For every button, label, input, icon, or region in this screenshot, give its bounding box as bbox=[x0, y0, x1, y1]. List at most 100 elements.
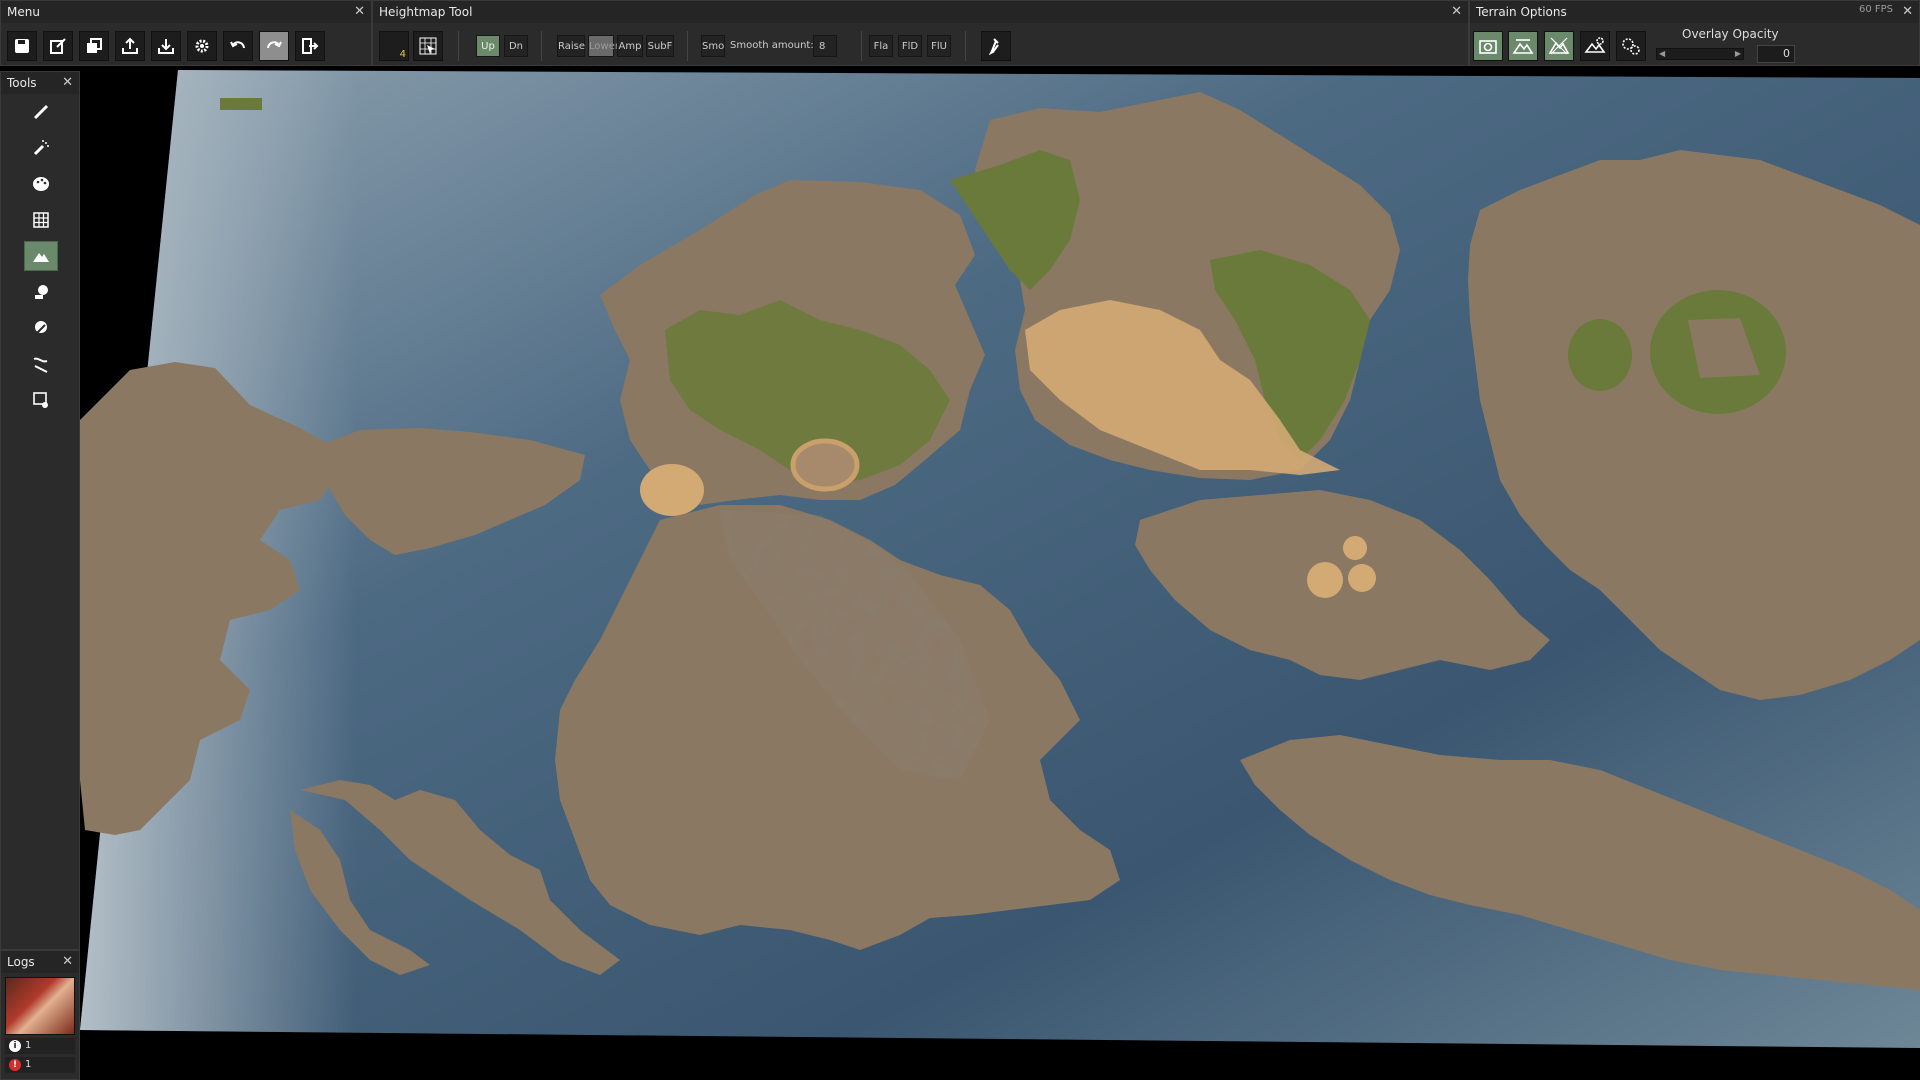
tool-grid[interactable] bbox=[24, 205, 58, 235]
terrain-options-panel: Terrain Options 60 FPS ✕ Overlay Opacity… bbox=[1469, 0, 1920, 66]
edit-button[interactable] bbox=[43, 31, 73, 61]
settings-button[interactable] bbox=[187, 31, 217, 61]
copy-button[interactable] bbox=[79, 31, 109, 61]
wireframe-icon bbox=[1548, 37, 1570, 55]
sand-patch-3 bbox=[1343, 536, 1367, 560]
info-log-row[interactable]: i 1 bbox=[5, 1038, 75, 1054]
exit-icon bbox=[302, 38, 319, 54]
redo-icon bbox=[267, 41, 282, 49]
tool-brush[interactable] bbox=[24, 97, 58, 127]
tool-globe-paint[interactable] bbox=[24, 313, 58, 343]
tool-heightmap[interactable] bbox=[24, 241, 58, 271]
raise-button[interactable]: Raise bbox=[557, 35, 585, 57]
down-toggle[interactable]: Dn bbox=[504, 35, 528, 57]
gears-icon bbox=[1622, 38, 1640, 55]
brush-select-button[interactable] bbox=[413, 31, 443, 61]
brush-icon bbox=[33, 104, 49, 120]
terrain-viewport[interactable] bbox=[0, 0, 1920, 1080]
crater-lake bbox=[790, 438, 860, 492]
amp-button[interactable]: Amp bbox=[617, 35, 643, 57]
save-icon bbox=[15, 39, 29, 53]
smooth-amount-input[interactable]: 8 bbox=[813, 35, 837, 57]
save-button[interactable] bbox=[7, 31, 37, 61]
tools-panel: Tools ✕ bbox=[0, 71, 80, 950]
camera-icon bbox=[1479, 40, 1497, 54]
heightmap-icon bbox=[33, 253, 49, 262]
up-toggle[interactable]: Up bbox=[476, 35, 500, 57]
flatten-up-button[interactable]: FlU bbox=[927, 35, 951, 57]
brush-size-field[interactable]: 4 bbox=[379, 31, 409, 61]
separator bbox=[458, 31, 459, 61]
undo-button[interactable] bbox=[223, 31, 253, 61]
terrain-camera-button[interactable] bbox=[1473, 31, 1503, 61]
terrain-advanced-button[interactable] bbox=[1616, 31, 1646, 61]
import-icon bbox=[158, 39, 174, 54]
brush-size-value: 4 bbox=[399, 49, 406, 60]
river-icon bbox=[33, 357, 48, 373]
east-green-patch bbox=[1568, 319, 1632, 391]
menu-close-button[interactable]: ✕ bbox=[354, 1, 365, 23]
error-count: 1 bbox=[25, 1059, 32, 1070]
info-icon: i bbox=[9, 1040, 21, 1052]
west-sand-dune bbox=[640, 464, 704, 516]
flatten-button[interactable]: Fla bbox=[869, 35, 893, 57]
import-button[interactable] bbox=[151, 31, 181, 61]
tool-river[interactable] bbox=[24, 349, 58, 379]
fps-counter: 60 FPS bbox=[1858, 4, 1893, 15]
slider-right-arrow-icon[interactable]: ▶ bbox=[1735, 49, 1741, 59]
flatten-down-button[interactable]: FlD bbox=[898, 35, 922, 57]
terrain-icon bbox=[1512, 39, 1534, 54]
terrain-settings-button[interactable] bbox=[1580, 31, 1610, 61]
edit-icon bbox=[50, 38, 66, 54]
menu-panel: Menu ✕ bbox=[0, 0, 372, 66]
settings-icon bbox=[195, 39, 209, 53]
export-button[interactable] bbox=[115, 31, 145, 61]
overlay-opacity-label: Overlay Opacity bbox=[1682, 27, 1779, 41]
tiny-island bbox=[220, 98, 262, 110]
menu-title: Menu bbox=[1, 1, 371, 23]
paint-bucket-icon bbox=[35, 285, 48, 299]
terrain-options-title: Terrain Options bbox=[1470, 1, 1919, 23]
separator bbox=[861, 31, 862, 61]
export-icon bbox=[122, 37, 138, 54]
tool-palette[interactable] bbox=[24, 169, 58, 199]
separator bbox=[687, 31, 688, 61]
heightmap-title: Heightmap Tool bbox=[373, 1, 1468, 23]
tool-spray[interactable] bbox=[24, 133, 58, 163]
redo-button[interactable] bbox=[259, 31, 289, 61]
tool-map-edit[interactable] bbox=[24, 385, 58, 415]
terrain-settings-icon bbox=[1584, 37, 1606, 53]
lower-button[interactable]: Lower bbox=[588, 35, 619, 57]
error-log-row[interactable]: ! 1 bbox=[5, 1057, 75, 1073]
logs-panel: Logs ✕ i 1 ! 1 bbox=[0, 950, 80, 1080]
tools-close-button[interactable]: ✕ bbox=[62, 72, 73, 94]
subf-button[interactable]: SubF bbox=[646, 35, 674, 57]
exit-button[interactable] bbox=[295, 31, 325, 61]
heightmap-close-button[interactable]: ✕ bbox=[1451, 1, 1462, 23]
info-count: 1 bbox=[25, 1040, 32, 1051]
overlay-opacity-input[interactable]: 0 bbox=[1757, 45, 1795, 63]
avatar[interactable] bbox=[5, 977, 75, 1035]
sand-patch-1 bbox=[1307, 562, 1343, 598]
spray-brush-icon bbox=[33, 140, 49, 156]
sand-patch-2 bbox=[1348, 564, 1376, 592]
error-icon: ! bbox=[9, 1059, 21, 1071]
grid-icon bbox=[33, 212, 49, 228]
logs-close-button[interactable]: ✕ bbox=[62, 951, 73, 973]
picker-button[interactable] bbox=[981, 31, 1011, 61]
separator bbox=[965, 31, 966, 61]
copy-icon bbox=[87, 38, 102, 53]
terrain-wireframe-button[interactable] bbox=[1544, 31, 1574, 61]
overlay-opacity-slider[interactable]: ◀ ▶ bbox=[1656, 48, 1744, 60]
tool-fill[interactable] bbox=[24, 277, 58, 307]
heightmap-tool-panel: Heightmap Tool ✕ 4 Up Dn Raise Lower Amp… bbox=[372, 0, 1469, 66]
smooth-button[interactable]: Smo bbox=[701, 35, 725, 57]
smooth-amount-label: Smooth amount: bbox=[730, 40, 814, 51]
slider-left-arrow-icon[interactable]: ◀ bbox=[1659, 49, 1665, 59]
separator bbox=[541, 31, 542, 61]
terrain-options-close-button[interactable]: ✕ bbox=[1902, 1, 1913, 23]
eyedropper-icon bbox=[988, 38, 999, 55]
paint-globe-icon bbox=[34, 321, 47, 336]
map-edit-icon bbox=[33, 392, 48, 408]
terrain-mode-button[interactable] bbox=[1508, 31, 1538, 61]
